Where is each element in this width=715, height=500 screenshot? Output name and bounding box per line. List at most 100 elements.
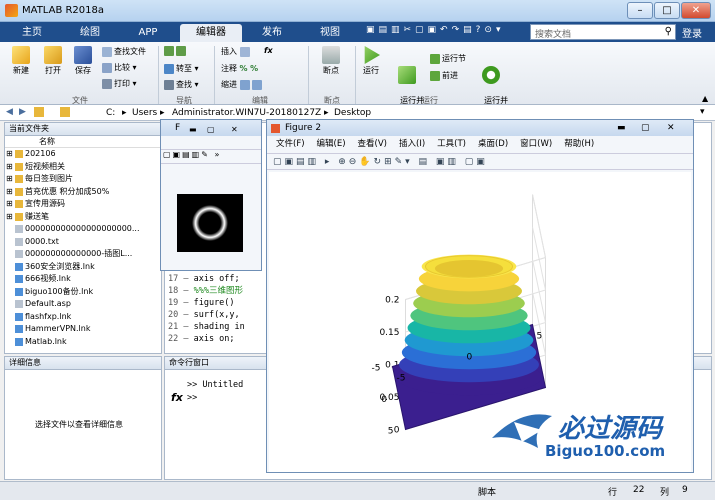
- figure-1-minimize-button[interactable]: ▬: [189, 122, 197, 138]
- search-box[interactable]: 搜索文档 ⚲: [530, 24, 676, 40]
- list-item[interactable]: 000000000000000-插图L...: [5, 248, 161, 261]
- nav-forward-icon[interactable]: ▶: [19, 107, 26, 117]
- figure-menu-item[interactable]: 工具(T): [437, 139, 466, 149]
- expand-icon[interactable]: ⊞: [6, 148, 13, 161]
- code-line[interactable]: 21 – shading in: [168, 321, 268, 333]
- compare-button[interactable]: 比较 ▾: [102, 62, 137, 73]
- comment-label: 注释: [221, 64, 237, 73]
- folder-up-icon[interactable]: [34, 107, 44, 117]
- open-button[interactable]: 打开: [38, 46, 68, 76]
- code-editor[interactable]: 17 – axis off; 18 – %%%三维图形 19 – figure() 2…: [168, 273, 268, 357]
- nav-back-icon[interactable]: ◀: [6, 107, 13, 117]
- figure-2-maximize-button[interactable]: ▢: [641, 120, 650, 136]
- close-button[interactable]: ✕: [681, 2, 711, 19]
- find-button[interactable]: 查找 ▾: [164, 79, 199, 90]
- nav-arrows[interactable]: [164, 46, 188, 56]
- list-item[interactable]: ⊞ 首充优惠 积分加成50%: [5, 186, 161, 199]
- figure-2-toolbar[interactable]: ▢▣▤▥ ▸ ⊕⊖✋↻⊞✎▾ ▤ ▣▥ ▢▣: [267, 153, 693, 170]
- figure-menu-item[interactable]: 查看(V): [358, 139, 387, 149]
- tab-view[interactable]: 视图: [302, 24, 358, 42]
- find-files-button[interactable]: 查找文件: [102, 46, 146, 57]
- tab-publish[interactable]: 发布: [244, 24, 300, 42]
- name-column-header[interactable]: 名称: [5, 136, 161, 148]
- figure-1-close-button[interactable]: ✕: [231, 122, 238, 138]
- list-item[interactable]: ⊞ 202106: [5, 148, 161, 161]
- figure-2-minimize-button[interactable]: ▬: [617, 120, 626, 136]
- path-segment[interactable]: Administrator.WIN7U-20180127Z: [172, 108, 321, 118]
- code-line[interactable]: 19 – figure(): [168, 297, 268, 309]
- figure-menu-item[interactable]: 编辑(E): [317, 139, 346, 149]
- command-history-line: >> Untitled: [187, 380, 244, 390]
- list-item-label: biguo100备份.lnk: [25, 286, 94, 296]
- expand-icon[interactable]: ⊞: [6, 198, 13, 211]
- list-item[interactable]: 360安全浏览器.lnk: [5, 261, 161, 274]
- figure-menu-item[interactable]: 插入(I): [399, 139, 425, 149]
- list-item[interactable]: flashfxp.lnk: [5, 311, 161, 324]
- list-item[interactable]: ⊞ 每日签到图片: [5, 173, 161, 186]
- command-prompt[interactable]: >>: [187, 392, 197, 404]
- tab-plots[interactable]: 绘图: [62, 24, 118, 42]
- code-line[interactable]: 22 – axis on;: [168, 333, 268, 345]
- y-tick-label: 5: [388, 427, 394, 437]
- maximize-button[interactable]: □: [654, 2, 680, 19]
- list-item[interactable]: HammerVPN.lnk: [5, 323, 161, 336]
- code-line[interactable]: 18 – %%%三维图形: [168, 285, 268, 297]
- run-section-label: 运行节: [442, 54, 466, 63]
- indent-button[interactable]: 缩进: [221, 79, 264, 90]
- list-item[interactable]: ⊞ 短视频相关: [5, 161, 161, 174]
- insert-button[interactable]: 插入: [221, 46, 252, 57]
- code-line[interactable]: 17 – axis off;: [168, 273, 268, 285]
- file-icon: [15, 250, 23, 258]
- list-item[interactable]: Default.asp: [5, 298, 161, 311]
- login-button[interactable]: 登录: [682, 25, 702, 40]
- fx-button[interactable]: fx: [264, 46, 273, 55]
- print-button[interactable]: 打印 ▾: [102, 78, 137, 89]
- list-item[interactable]: Matlab.lnk: [5, 336, 161, 349]
- find-label: 查找: [176, 80, 192, 89]
- code-line[interactable]: 20 – surf(x,y,: [168, 309, 268, 321]
- figure-1-toolbar[interactable]: ▢▣▤▥✎ »: [161, 150, 261, 164]
- minimize-button[interactable]: –: [627, 2, 653, 19]
- figure-menu-item[interactable]: 窗口(W): [520, 139, 552, 149]
- figure-menu-item[interactable]: 文件(F): [276, 139, 305, 149]
- comment-button[interactable]: 注释 % %: [221, 63, 258, 74]
- list-item[interactable]: ⊞ 赚送笔: [5, 211, 161, 224]
- status-row-value: 22: [633, 485, 645, 495]
- list-item[interactable]: ⊞ 宣传用源码: [5, 198, 161, 211]
- goto-button[interactable]: 转至 ▾: [164, 63, 199, 74]
- path-segment[interactable]: Users: [132, 108, 157, 118]
- expand-icon[interactable]: ⊞: [6, 161, 13, 174]
- path-dropdown-icon[interactable]: ▾: [700, 107, 705, 117]
- save-button[interactable]: 保存: [68, 46, 98, 76]
- figure-menu-item[interactable]: 桌面(D): [478, 139, 508, 149]
- path-segment[interactable]: Desktop: [334, 108, 371, 118]
- run-button[interactable]: 运行: [358, 46, 384, 76]
- run-section-button[interactable]: 运行节: [430, 53, 466, 64]
- folder-icon: [15, 212, 23, 221]
- new-button[interactable]: 新建: [6, 46, 36, 76]
- path-segment[interactable]: C:: [106, 108, 115, 118]
- tab-editor[interactable]: 编辑器: [180, 24, 242, 42]
- figure-2-close-button[interactable]: ✕: [667, 120, 675, 136]
- browse-folder-icon[interactable]: [60, 107, 70, 117]
- list-item[interactable]: 000000000000000000000...: [5, 223, 161, 236]
- divider: [158, 46, 159, 104]
- z-tick-label: 0: [394, 426, 400, 436]
- file-icon: [15, 262, 23, 271]
- figure-1-maximize-button[interactable]: ▢: [207, 122, 215, 138]
- collapse-ribbon-icon[interactable]: ▲: [702, 94, 708, 103]
- expand-icon[interactable]: ⊞: [6, 211, 13, 224]
- list-item[interactable]: 0000.txt: [5, 236, 161, 249]
- breakpoints-button[interactable]: 断点: [316, 46, 346, 76]
- expand-icon[interactable]: ⊞: [6, 186, 13, 199]
- figure-1-window[interactable]: F ▬ ▢ ✕ ▢▣▤▥✎ »: [160, 119, 262, 271]
- search-input[interactable]: 搜索文档: [535, 27, 571, 40]
- search-icon[interactable]: ⚲: [665, 26, 672, 37]
- expand-icon[interactable]: ⊞: [6, 173, 13, 186]
- advance-button[interactable]: 前进: [430, 70, 458, 81]
- tab-home[interactable]: 主页: [4, 24, 60, 42]
- list-item[interactable]: biguo100备份.lnk: [5, 286, 161, 299]
- tab-apps[interactable]: APP: [120, 24, 176, 42]
- figure-menu-item[interactable]: 帮助(H): [564, 139, 594, 149]
- list-item[interactable]: 666视频.lnk: [5, 273, 161, 286]
